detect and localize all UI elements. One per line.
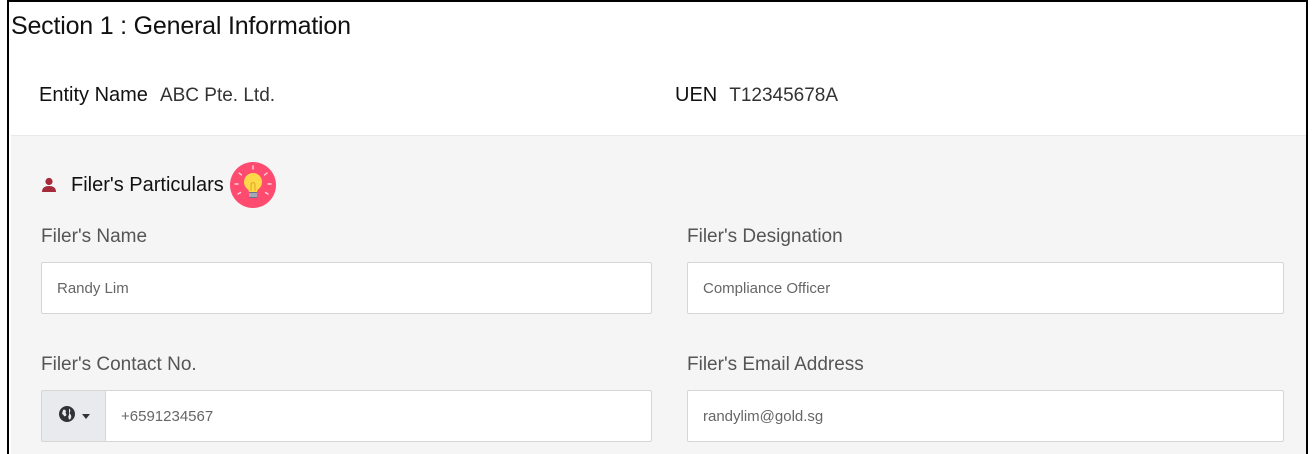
chevron-down-icon: [81, 413, 90, 419]
filer-particulars-title: Filer's Particulars: [71, 173, 224, 196]
filer-contact-label: Filer's Contact No.: [41, 354, 197, 375]
filer-email-input[interactable]: randylim@gold.sg: [687, 390, 1284, 442]
filer-designation-value: Compliance Officer: [703, 279, 831, 297]
filer-designation-input[interactable]: Compliance Officer: [687, 262, 1284, 314]
filer-particulars-header: Filer's Particulars: [41, 162, 276, 208]
country-code-dropdown[interactable]: [41, 390, 105, 442]
filer-contact-value: +6591234567: [121, 407, 214, 425]
filer-name-value: Randy Lim: [57, 279, 129, 297]
filer-email-value: randylim@gold.sg: [703, 407, 824, 425]
form-frame: Section 1 : General Information Entity N…: [7, 0, 1308, 454]
filer-particulars-panel: Filer's Particulars Filer's Name Randy L…: [11, 135, 1306, 454]
filer-contact-input[interactable]: +6591234567: [105, 390, 652, 442]
entity-info-row: Entity Name ABC Pte. Ltd. UEN T12345678A: [39, 84, 1289, 114]
uen-value: T12345678A: [729, 85, 839, 106]
filer-name-input[interactable]: Randy Lim: [41, 262, 652, 314]
uen-label: UEN: [675, 84, 718, 106]
entity-name-label: Entity Name: [39, 84, 148, 106]
user-icon: [41, 177, 57, 193]
entity-name-field: Entity Name ABC Pte. Ltd.: [39, 84, 275, 107]
entity-name-value: ABC Pte. Ltd.: [159, 85, 276, 106]
lightbulb-icon[interactable]: [229, 162, 276, 208]
filer-name-label: Filer's Name: [41, 226, 148, 247]
globe-icon: [58, 405, 76, 428]
uen-field: UEN T12345678A: [675, 84, 838, 107]
filer-designation-label: Filer's Designation: [687, 226, 843, 247]
filer-email-label: Filer's Email Address: [687, 354, 864, 375]
section-title: Section 1 : General Information: [11, 12, 351, 40]
